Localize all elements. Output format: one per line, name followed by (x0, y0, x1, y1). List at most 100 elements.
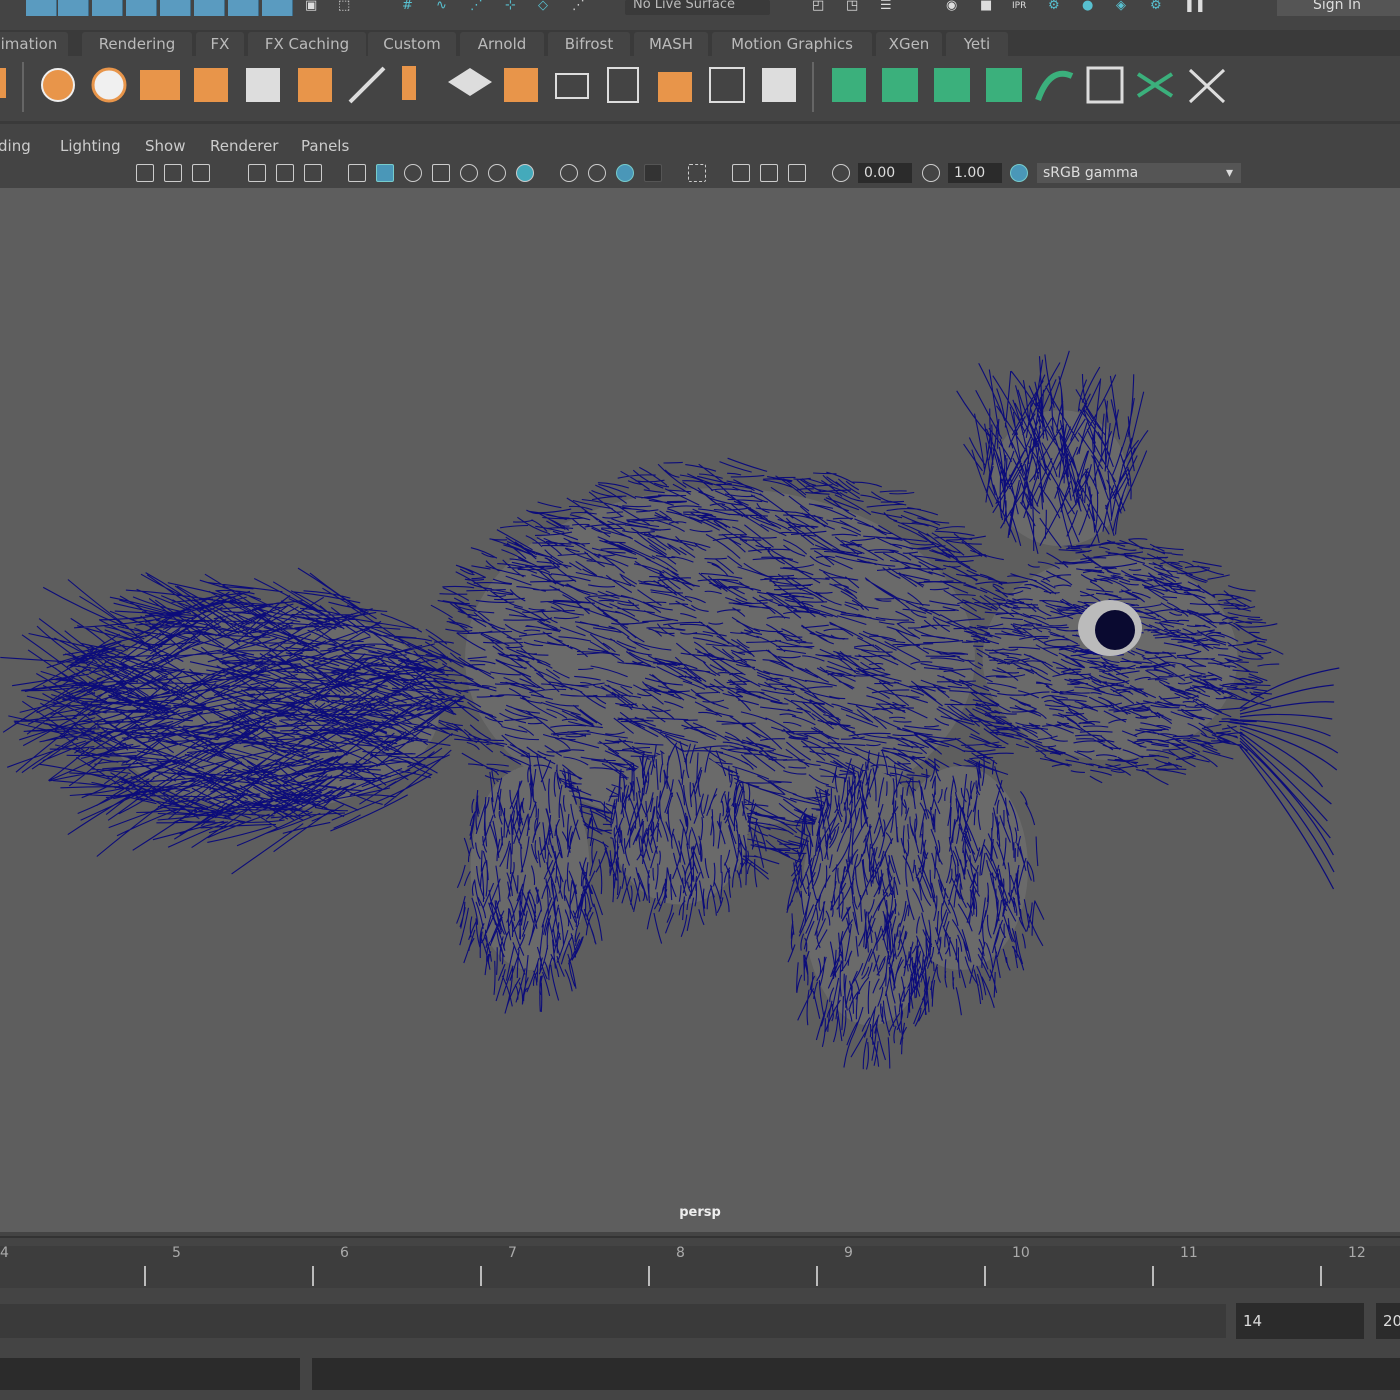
select-camera-icon[interactable] (688, 164, 706, 182)
lock-icon[interactable]: ▣ (305, 0, 323, 14)
xgen-interactive-icon[interactable] (1136, 72, 1174, 98)
extrude-icon[interactable] (140, 70, 180, 100)
render-icon[interactable]: ■ (980, 0, 998, 14)
snap-grid-icon[interactable]: # (402, 0, 420, 14)
xgen-cube-icon[interactable] (986, 68, 1022, 102)
shelf-tab[interactable]: Arnold (460, 32, 544, 56)
camera-attributes-icon[interactable] (788, 164, 806, 182)
shelf-tab[interactable]: MASH (634, 32, 708, 56)
panel-menu-item[interactable]: Panels (301, 137, 349, 155)
frame-selection-icon[interactable] (760, 164, 778, 182)
sphere-select-icon[interactable] (91, 67, 127, 103)
bevel-icon[interactable] (402, 66, 416, 100)
help-button[interactable] (262, 0, 293, 16)
snap-surface-button[interactable] (160, 0, 191, 16)
wireframe-icon[interactable] (348, 164, 366, 182)
knife-icon[interactable] (348, 66, 386, 104)
textured-icon[interactable] (404, 164, 422, 182)
panel-menu-item[interactable]: Renderer (210, 137, 278, 155)
grid-toggle-icon[interactable] (136, 164, 154, 182)
lights-icon[interactable] (488, 164, 506, 182)
motion-blur-icon[interactable] (588, 164, 606, 182)
shelf-tab[interactable]: Bifrost (548, 32, 630, 56)
xgen-create-icon[interactable] (832, 68, 866, 102)
xgen-cut-icon[interactable] (1188, 68, 1226, 104)
render-view-icon[interactable]: ◉ (946, 0, 964, 14)
range-start-field[interactable]: 14 (1236, 1303, 1364, 1339)
resolution-gate-icon[interactable] (192, 164, 210, 182)
panel-menu-item[interactable]: ding (0, 137, 31, 155)
grid-icon[interactable] (194, 68, 228, 102)
panel-menu-item[interactable]: Lighting (60, 137, 121, 155)
xgen-description-icon[interactable] (882, 68, 918, 102)
frame-all-icon[interactable] (732, 164, 750, 182)
gamma-field[interactable]: 1.00 (948, 163, 1002, 183)
color-space-dropdown[interactable]: sRGB gamma ▾ (1037, 163, 1241, 183)
bridge-icon[interactable] (555, 73, 589, 99)
snap-view-icon[interactable]: ⊹ (505, 0, 523, 14)
hypershade-icon[interactable]: ● (1082, 0, 1100, 14)
snap-point-icon[interactable]: ⋰ (470, 0, 488, 14)
snap-curve-button[interactable] (126, 0, 157, 16)
exposure-icon[interactable] (832, 164, 850, 182)
exposure-field[interactable]: 0.00 (858, 163, 912, 183)
live-surface-field[interactable]: No Live Surface (625, 0, 770, 15)
shelf-tab[interactable]: Rendering (82, 32, 192, 56)
layers-icon[interactable] (448, 68, 492, 96)
shelf-icon[interactable] (0, 68, 6, 98)
film-gate-icon[interactable] (164, 164, 182, 182)
shelf-tab[interactable]: Motion Graphics (712, 32, 872, 56)
pause-icon[interactable]: ❚❚ (1184, 0, 1206, 14)
snap-plane-icon[interactable]: ⋰ (572, 0, 590, 14)
gamma-icon[interactable] (922, 164, 940, 182)
viewport-persp[interactable] (0, 188, 1400, 1232)
isolate-select-icon[interactable] (616, 164, 634, 182)
fit-icon[interactable] (709, 67, 745, 103)
range-slider[interactable] (0, 1304, 1226, 1338)
field-chart-icon[interactable] (248, 164, 266, 182)
shelf-tab[interactable]: FX Caching (248, 32, 366, 56)
sign-in-button[interactable]: Sign In (1277, 0, 1400, 16)
render-settings-icon[interactable]: ⚙ (1048, 0, 1066, 14)
smooth-shade-icon[interactable] (376, 164, 394, 182)
bounds-icon[interactable] (607, 67, 639, 103)
construction-history-icon[interactable]: ☰ (880, 0, 898, 14)
xgen-curve-icon[interactable] (1035, 70, 1074, 102)
select-by-hierarchy-button[interactable] (26, 0, 57, 16)
xgen-groom-icon[interactable] (934, 68, 970, 102)
shadows-icon[interactable] (516, 164, 534, 182)
ambient-occlusion-icon[interactable] (560, 164, 578, 182)
snap-live-icon[interactable]: ◇ (538, 0, 556, 14)
shelf-tab[interactable]: Custom (368, 32, 456, 56)
range-end-field[interactable]: 20 (1376, 1303, 1400, 1339)
shelf-tab[interactable]: Yeti (946, 32, 1008, 56)
wireframe-on-shaded-icon[interactable] (432, 164, 450, 182)
shelf-tab[interactable]: XGen (876, 32, 942, 56)
shelf-tab[interactable]: imation (0, 32, 68, 56)
snap-curve-icon[interactable]: ∿ (436, 0, 454, 14)
render-setup-icon[interactable]: ◈ (1116, 0, 1134, 14)
command-input[interactable] (0, 1358, 300, 1390)
snap-deformation-button[interactable] (194, 0, 225, 16)
separate-icon[interactable] (762, 68, 796, 102)
select-by-component-button[interactable] (92, 0, 123, 16)
output-ops-icon[interactable]: ◳ (846, 0, 864, 14)
light-editor-icon[interactable]: ⚙ (1150, 0, 1168, 14)
hud-icon[interactable] (644, 164, 662, 182)
xgen-map-icon[interactable] (1086, 66, 1124, 104)
panel-menu-item[interactable]: Show (145, 137, 185, 155)
multicut-icon[interactable] (298, 68, 332, 102)
safe-action-icon[interactable] (276, 164, 294, 182)
xray-icon[interactable] (460, 164, 478, 182)
combine-icon[interactable] (658, 72, 692, 102)
sphere-icon[interactable] (41, 68, 75, 102)
select-tool-icon[interactable]: ⬚ (338, 0, 356, 14)
input-ops-icon[interactable]: ◰ (812, 0, 830, 14)
cube-icon[interactable] (246, 68, 280, 102)
select-by-object-button[interactable] (58, 0, 89, 16)
ipr-icon[interactable]: IPR (1012, 0, 1030, 14)
box-icon[interactable] (504, 68, 538, 102)
shelf-tab[interactable]: FX (196, 32, 244, 56)
safe-title-icon[interactable] (304, 164, 322, 182)
snap-misc-button[interactable] (228, 0, 259, 16)
